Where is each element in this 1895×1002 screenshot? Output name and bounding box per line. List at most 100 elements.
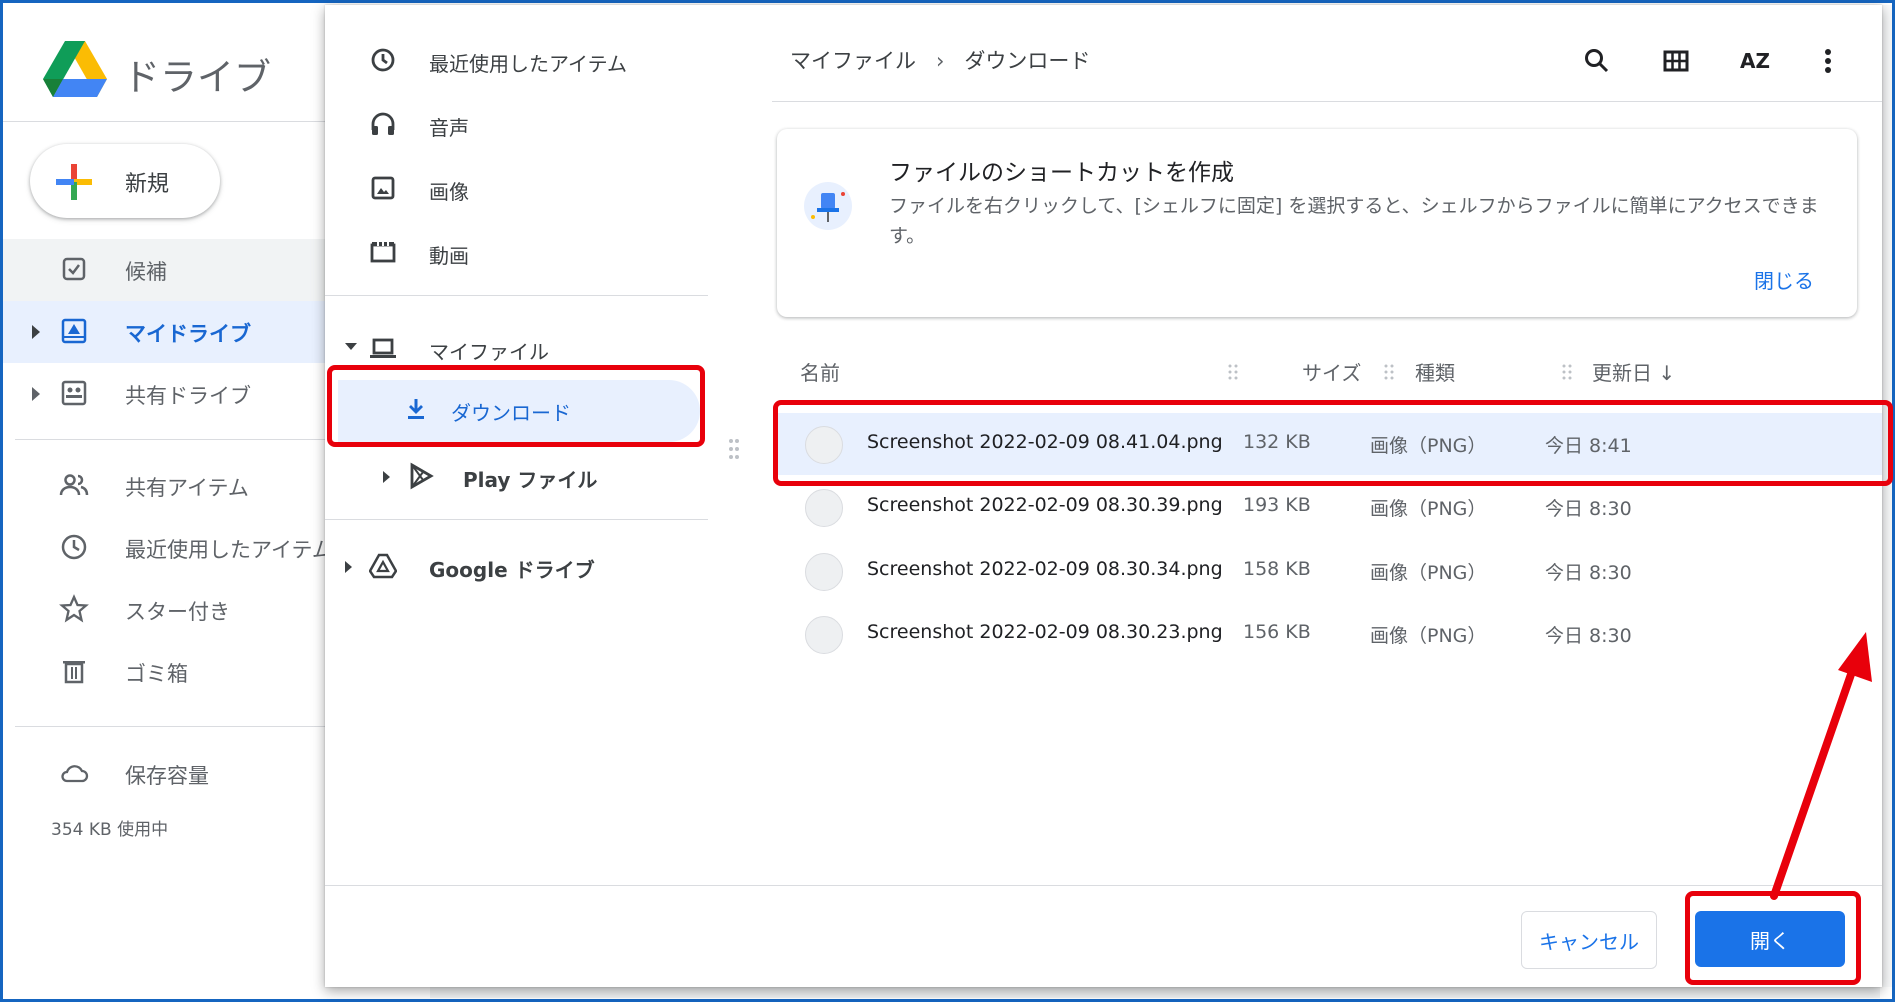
dialog-nav-label: マイファイル	[429, 340, 549, 364]
column-resize-handle[interactable]	[1227, 362, 1239, 382]
clock-icon	[371, 48, 395, 72]
background-page-strip	[430, 986, 1880, 998]
footer-divider	[325, 885, 1882, 886]
divider	[325, 519, 708, 520]
new-button-label: 新規	[125, 172, 170, 197]
column-resize-handle[interactable]	[1383, 362, 1395, 382]
collapse-caret-icon[interactable]	[345, 343, 357, 350]
file-type: 画像（PNG）	[1370, 498, 1487, 520]
file-date: 今日 8:30	[1545, 625, 1632, 647]
dialog-nav-play-files[interactable]: Play ファイル	[325, 447, 708, 505]
grid-view-icon[interactable]	[1656, 41, 1696, 81]
column-header-type[interactable]: 種類	[1415, 357, 1455, 386]
expand-caret-icon[interactable]	[383, 471, 390, 483]
dialog-nav-recent[interactable]: 最近使用したアイテム	[325, 31, 708, 89]
dialog-nav-audio[interactable]: 音声	[325, 95, 708, 153]
dialog-nav-label: Google ドライブ	[429, 558, 595, 582]
file-date: 今日 8:30	[1545, 562, 1632, 584]
file-name: Screenshot 2022-02-09 08.30.39.png	[867, 494, 1223, 516]
divider	[325, 295, 708, 296]
drive-nav-label: マイドライブ	[125, 322, 251, 346]
divider	[15, 726, 343, 727]
file-name: Screenshot 2022-02-09 08.30.34.png	[867, 558, 1223, 580]
file-size: 156 KB	[1243, 621, 1311, 643]
drive-nav-starred[interactable]: スター付き	[3, 579, 343, 641]
banner-close-button[interactable]: 閉じる	[1754, 265, 1814, 294]
headphones-icon	[371, 112, 395, 135]
breadcrumb-separator: ›	[936, 49, 945, 73]
my-drive-icon	[61, 318, 87, 344]
expand-caret-icon[interactable]	[32, 325, 40, 339]
people-icon	[59, 474, 89, 496]
drive-nav-trash[interactable]: ゴミ箱	[3, 641, 343, 703]
pane-resize-handle[interactable]	[727, 437, 741, 461]
expand-caret-icon[interactable]	[345, 561, 352, 573]
background-page-edge	[1882, 5, 1892, 987]
file-row[interactable]: Screenshot 2022-02-09 08.30.34.png 158 K…	[775, 540, 1882, 602]
dialog-nav-label: 動画	[429, 244, 469, 268]
plus-icon	[56, 164, 92, 200]
dialog-nav-images[interactable]: 画像	[325, 159, 708, 217]
drive-nav-label: 共有ドライブ	[125, 384, 251, 408]
video-icon	[370, 242, 396, 263]
file-thumbnail	[805, 489, 843, 527]
dialog-nav-label: 画像	[429, 180, 469, 204]
drive-nav-shared-with-me[interactable]: 共有アイテム	[3, 455, 343, 517]
file-open-dialog: 最近使用したアイテム 音声 画像 動画 マイファイル ダウンロード Play フ…	[325, 5, 1882, 987]
shared-drive-icon	[61, 380, 87, 406]
column-header-name[interactable]: 名前	[800, 357, 840, 386]
laptop-icon	[370, 338, 396, 358]
sort-arrow-down-icon: ↓	[1658, 361, 1676, 385]
sort-az-icon[interactable]: AZ	[1735, 41, 1775, 81]
drive-header: ドライブ	[3, 3, 343, 122]
file-type: 画像（PNG）	[1370, 625, 1487, 647]
image-icon	[371, 176, 395, 200]
drive-nav-suggested[interactable]: 候補	[3, 239, 343, 301]
dialog-nav-google-drive[interactable]: Google ドライブ	[325, 537, 708, 595]
more-vert-icon[interactable]	[1808, 41, 1848, 81]
drive-logo-icon	[43, 41, 107, 97]
file-thumbnail	[805, 553, 843, 591]
breadcrumb-downloads[interactable]: ダウンロード	[964, 45, 1090, 75]
cloud-icon	[61, 765, 89, 783]
column-header-date-label: 更新日	[1592, 361, 1652, 385]
drive-nav-label: ゴミ箱	[125, 662, 188, 686]
file-date: 今日 8:30	[1545, 498, 1632, 520]
drive-nav-label: 最近使用したアイテム	[125, 538, 333, 562]
highlight-box-open-button	[1685, 891, 1861, 985]
expand-caret-icon[interactable]	[32, 387, 40, 401]
dialog-nav-label: 音声	[429, 116, 469, 140]
drive-nav-my-drive[interactable]: マイドライブ	[3, 301, 343, 363]
banner-title: ファイルのショートカットを作成	[889, 160, 1234, 186]
highlight-box-downloads	[327, 365, 705, 447]
drive-nav-recent[interactable]: 最近使用したアイテム	[3, 517, 343, 579]
column-resize-handle[interactable]	[1561, 362, 1573, 382]
highlight-box-file-row	[773, 400, 1893, 486]
breadcrumb: マイファイル › ダウンロード	[790, 45, 1090, 75]
column-header-size[interactable]: サイズ	[1302, 357, 1361, 386]
cancel-button[interactable]: キャンセル	[1521, 911, 1657, 969]
drive-nav-shared-drives[interactable]: 共有ドライブ	[3, 363, 343, 425]
shortcut-tip-banner: ファイルのショートカットを作成 ファイルを右クリックして、[シェルフに固定] を…	[777, 129, 1857, 317]
google-drive-icon	[369, 553, 397, 579]
file-size: 193 KB	[1243, 494, 1311, 516]
file-thumbnail	[805, 616, 843, 654]
banner-description: ファイルを右クリックして、[シェルフに固定] を選択すると、シェルフからファイル…	[889, 195, 1819, 247]
file-row[interactable]: Screenshot 2022-02-09 08.30.23.png 156 K…	[775, 603, 1882, 665]
drive-nav-label: スター付き	[125, 600, 230, 624]
drive-title: ドライブ	[123, 56, 271, 99]
drive-nav-label: 候補	[125, 260, 167, 284]
dialog-nav-videos[interactable]: 動画	[325, 223, 708, 281]
search-icon[interactable]	[1577, 41, 1617, 81]
new-button[interactable]: 新規	[30, 144, 220, 218]
file-name: Screenshot 2022-02-09 08.30.23.png	[867, 621, 1223, 643]
divider	[15, 439, 343, 440]
breadcrumb-my-files[interactable]: マイファイル	[790, 45, 916, 75]
drive-nav-storage[interactable]: 保存容量	[3, 743, 343, 805]
storage-used-text: 354 KB 使用中	[51, 820, 169, 840]
play-store-icon	[410, 462, 434, 490]
drive-sidebar: ドライブ 新規 候補 マイドライブ 共有ドライブ 共有アイテム 最近使用したアイ…	[3, 3, 343, 999]
trash-icon	[63, 661, 85, 684]
column-header-date[interactable]: 更新日 ↓	[1592, 357, 1675, 386]
annotation-arrow-icon	[1770, 632, 1872, 900]
